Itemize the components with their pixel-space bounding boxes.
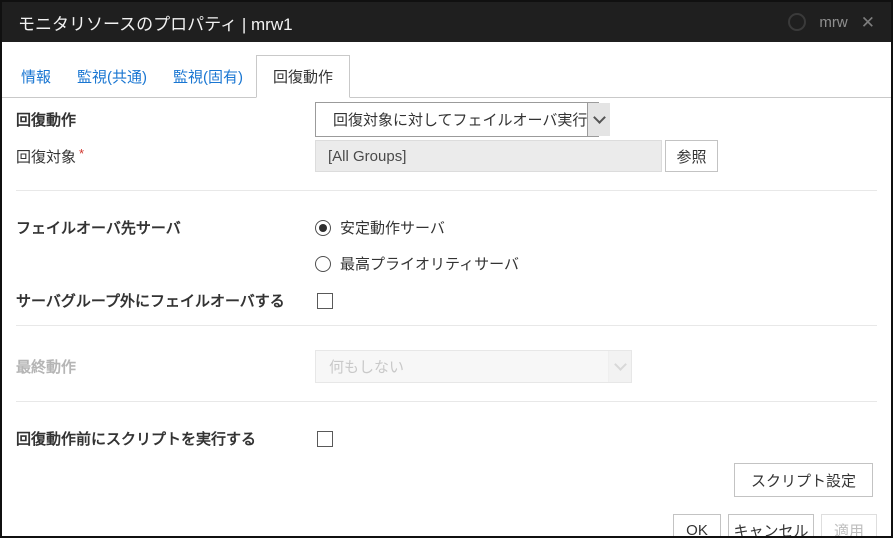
cancel-button[interactable]: キャンセル — [728, 514, 814, 538]
recovery-action-label: 回復動作 — [16, 109, 315, 130]
script-settings-row: スクリプト設定 — [16, 463, 877, 497]
separator — [16, 325, 877, 326]
radio-stable-server-label: 安定動作サーバ — [340, 217, 445, 238]
final-action-select: 何もしない — [315, 350, 632, 383]
separator — [16, 190, 877, 191]
recovery-target-row: 回復対象* [All Groups] 参照 — [16, 140, 877, 172]
apply-button[interactable]: 適用 — [821, 514, 877, 538]
page-title: モニタリソースのプロパティ | mrw1 — [18, 10, 293, 35]
resource-name-label: mrw — [819, 14, 847, 31]
recovery-action-select-value: 回復対象に対してフェイルオーバ実行 — [316, 103, 587, 136]
tab-info[interactable]: 情報 — [8, 56, 64, 97]
failover-destination-label: フェイルオーバ先サーバ — [16, 217, 315, 238]
failover-outside-group-label: サーバグループ外にフェイルオーバする — [16, 290, 315, 311]
close-icon[interactable]: ✕ — [861, 14, 875, 31]
recovery-target-label: 回復対象* — [16, 146, 315, 167]
recovery-action-select[interactable]: 回復対象に対してフェイルオーバ実行 — [315, 102, 599, 137]
tabbar: 情報 監視(共通) 監視(固有) 回復動作 — [2, 55, 891, 98]
tab-monitor-common[interactable]: 監視(共通) — [64, 56, 160, 97]
recovery-target-label-text: 回復対象 — [16, 149, 76, 166]
recovery-target-field: [All Groups] — [315, 140, 662, 172]
radio-icon[interactable] — [315, 220, 331, 236]
radio-highest-priority-server[interactable]: 最高プライオリティサーバ — [315, 253, 519, 274]
script-before-recovery-checkbox[interactable] — [317, 431, 333, 447]
ok-button[interactable]: OK — [673, 514, 721, 538]
failover-outside-group-checkbox[interactable] — [317, 293, 333, 309]
failover-destination-options: 安定動作サーバ 最高プライオリティサーバ — [315, 217, 519, 274]
final-action-select-value: 何もしない — [316, 351, 608, 382]
status-circle-icon — [788, 13, 806, 31]
tab-monitor-special[interactable]: 監視(固有) — [160, 56, 256, 97]
failover-outside-group-row: サーバグループ外にフェイルオーバする — [16, 290, 877, 311]
footer: OK キャンセル 適用 — [16, 514, 877, 538]
titlebar-right: mrw ✕ — [788, 13, 875, 31]
radio-highest-priority-server-label: 最高プライオリティサーバ — [340, 253, 519, 274]
radio-icon[interactable] — [315, 256, 331, 272]
final-action-label: 最終動作 — [16, 356, 315, 377]
script-settings-button[interactable]: スクリプト設定 — [734, 463, 873, 497]
recovery-action-panel: 回復動作 回復対象に対してフェイルオーバ実行 回復対象* [All Groups… — [2, 98, 891, 538]
separator — [16, 401, 877, 402]
failover-destination-row: フェイルオーバ先サーバ 安定動作サーバ 最高プライオリティサーバ — [16, 217, 877, 274]
chevron-down-icon — [608, 351, 631, 382]
required-asterisk: * — [79, 146, 84, 161]
tab-recovery-action[interactable]: 回復動作 — [256, 55, 350, 98]
chevron-down-icon — [587, 103, 610, 136]
recovery-action-row: 回復動作 回復対象に対してフェイルオーバ実行 — [16, 102, 877, 137]
script-before-recovery-row: 回復動作前にスクリプトを実行する — [16, 428, 877, 449]
browse-button[interactable]: 参照 — [665, 140, 718, 172]
script-before-recovery-label: 回復動作前にスクリプトを実行する — [16, 428, 315, 449]
final-action-row: 最終動作 何もしない — [16, 350, 877, 383]
radio-stable-server[interactable]: 安定動作サーバ — [315, 217, 519, 238]
monitor-resource-properties-dialog: モニタリソースのプロパティ | mrw1 mrw ✕ 情報 監視(共通) 監視(… — [0, 0, 893, 538]
titlebar: モニタリソースのプロパティ | mrw1 mrw ✕ — [2, 2, 891, 42]
